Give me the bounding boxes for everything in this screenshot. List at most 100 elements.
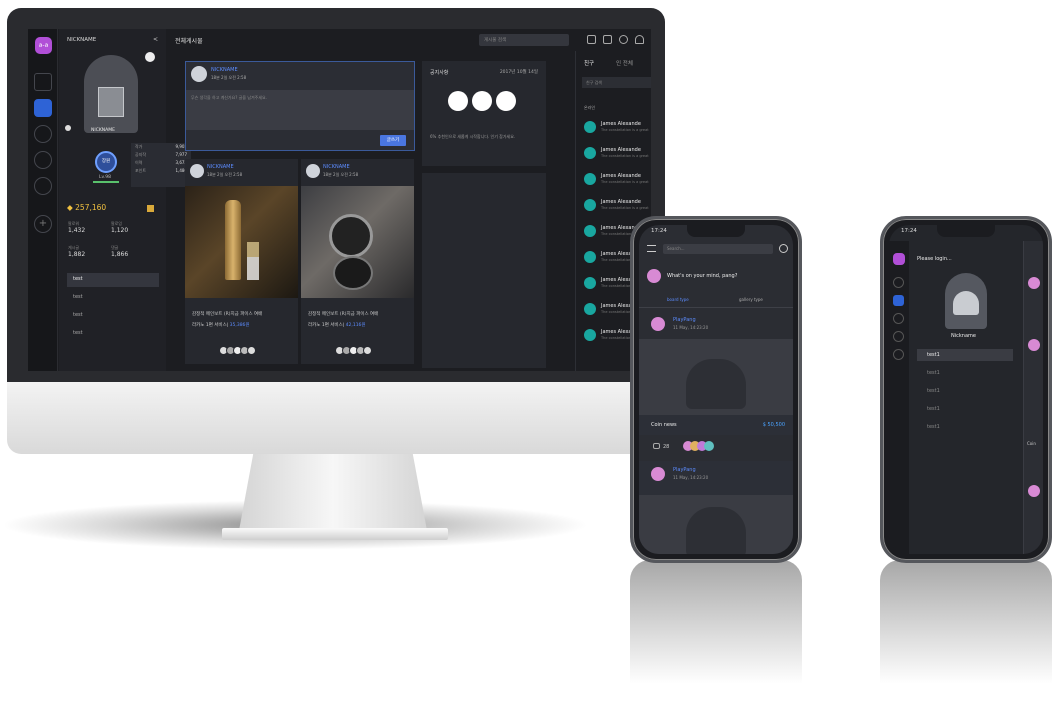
post-composer: NICKNAME 18분 2일 오전 2:58 무슨 생각을 하고 계신가요? … bbox=[185, 61, 415, 151]
friend-name: James Alexande bbox=[601, 199, 641, 205]
glass-image bbox=[247, 242, 259, 280]
stat-row: 이력 3,672 bbox=[135, 160, 187, 165]
avatar bbox=[651, 317, 665, 331]
chat-icon[interactable] bbox=[779, 244, 788, 253]
mobile-menu-screen: 17:24 Please login... Nickname test1 tes… bbox=[889, 225, 1043, 554]
post-image[interactable] bbox=[639, 495, 793, 554]
menu-item[interactable]: test1 bbox=[927, 388, 940, 394]
menu-item[interactable]: test bbox=[67, 309, 159, 323]
board-icon[interactable] bbox=[893, 295, 904, 306]
avatar[interactable] bbox=[98, 87, 124, 117]
background-feed-peek: Coin bbox=[1023, 241, 1043, 554]
friend-row[interactable]: James Alexande The constellation is a gre… bbox=[584, 197, 651, 221]
stat-row: 포인트 1,480 bbox=[135, 168, 187, 173]
feed-text: 감정적 메인보트 (R)지금 파이스 여배 라카노 1편 서비스| 35,386원 bbox=[192, 312, 263, 328]
cart-icon[interactable] bbox=[603, 35, 612, 44]
friend-search-input[interactable]: 친구 검색 bbox=[582, 77, 651, 88]
coin-news-row[interactable]: Coin news $ 50,500 bbox=[639, 415, 793, 435]
avatar bbox=[584, 199, 596, 211]
feed-author: NICKNAME bbox=[207, 164, 234, 170]
friend-status: The constellation is a great bbox=[601, 154, 649, 158]
tab-friends[interactable]: 친구 bbox=[584, 59, 594, 67]
menu-item[interactable]: test bbox=[67, 327, 159, 341]
composer-time: 18분 2일 오전 2:58 bbox=[211, 75, 247, 80]
mascot-image bbox=[953, 291, 979, 315]
avatar bbox=[1028, 277, 1040, 289]
menu-item[interactable]: test1 bbox=[927, 370, 940, 376]
tab-all[interactable]: 인 전체 bbox=[616, 59, 633, 67]
shop-icon[interactable] bbox=[34, 177, 52, 195]
coin-balance: ◆ 257,160 bbox=[67, 203, 107, 212]
friend-row[interactable]: James Alexande The constellation is a gre… bbox=[584, 171, 651, 195]
online-section-label: 온라인 bbox=[584, 105, 596, 110]
feed-icon[interactable] bbox=[34, 73, 52, 91]
status-time: 17:24 bbox=[901, 228, 917, 234]
coin-logo-icon bbox=[448, 91, 468, 111]
menu-item[interactable]: test bbox=[67, 291, 159, 305]
avatar bbox=[584, 303, 596, 315]
search-input[interactable]: 게시물 검색 bbox=[479, 34, 569, 46]
feed-icon[interactable] bbox=[893, 277, 904, 288]
settings-icon[interactable] bbox=[145, 52, 155, 62]
menu-item[interactable]: test1 bbox=[927, 406, 940, 412]
menu-item[interactable]: test1 bbox=[927, 424, 940, 430]
wallet-icon[interactable] bbox=[147, 205, 154, 212]
level-label: Lv.98 bbox=[99, 175, 111, 180]
add-icon[interactable]: + bbox=[34, 215, 52, 233]
profile-nickname: NICKNAME bbox=[91, 128, 115, 133]
liker-avatars bbox=[335, 346, 372, 355]
post-prompt[interactable]: What's on your mind, pang? bbox=[667, 273, 737, 279]
phone-notch bbox=[687, 225, 745, 237]
menu-icon[interactable] bbox=[647, 245, 656, 252]
menu-item[interactable]: test bbox=[67, 273, 159, 287]
app-logo[interactable] bbox=[893, 253, 905, 265]
chat-icon[interactable] bbox=[34, 125, 52, 143]
feed-image[interactable] bbox=[185, 186, 298, 298]
feed-card[interactable]: NICKNAME 18분 2일 오전 2:58 감정적 메인보트 (R)지금 파… bbox=[185, 159, 298, 364]
app-logo[interactable]: ล-ล bbox=[35, 37, 52, 54]
feed-card[interactable]: NICKNAME 18분 2일 오전 2:58 감정적 메인보트 (R)지금 파… bbox=[301, 159, 414, 364]
shop-icon[interactable] bbox=[893, 349, 904, 360]
tab-board-type[interactable]: board type bbox=[667, 297, 689, 302]
post-button[interactable]: 글쓰기 bbox=[380, 135, 406, 146]
mascot-image bbox=[686, 359, 746, 409]
post-author[interactable]: PlayPang bbox=[673, 317, 696, 323]
file-icon[interactable] bbox=[34, 151, 52, 169]
help-icon[interactable] bbox=[619, 35, 628, 44]
post-image[interactable] bbox=[639, 339, 793, 415]
friends-icon[interactable] bbox=[587, 35, 596, 44]
app-rail: ล-ล + bbox=[28, 29, 58, 371]
share-icon[interactable]: < bbox=[153, 36, 158, 43]
post-author[interactable]: PlayPang bbox=[673, 467, 696, 473]
monitor-stand-base bbox=[222, 528, 448, 540]
gear-icon[interactable] bbox=[65, 125, 71, 131]
file-icon[interactable] bbox=[893, 331, 904, 342]
bell-icon[interactable] bbox=[635, 35, 644, 44]
friend-row[interactable]: James Alexande The constellation is a gre… bbox=[584, 145, 651, 169]
avatar bbox=[651, 467, 665, 481]
post-textarea[interactable]: 무슨 생각을 하고 계신가요? 글을 남겨주세요. bbox=[186, 90, 414, 130]
profile-nickname: Nickname bbox=[951, 333, 976, 339]
notice-date: 2017년 10월 14일 bbox=[499, 70, 538, 75]
comment-icon[interactable] bbox=[653, 443, 660, 449]
profile-panel: NICKNAME < NICKNAME 장원 Lv.98 작가 9,905 공지작… bbox=[59, 29, 191, 371]
phone-reflection bbox=[880, 560, 1052, 715]
friend-row[interactable]: James Alexande The constellation is a gre… bbox=[584, 119, 651, 143]
feed-image[interactable] bbox=[301, 186, 414, 298]
board-icon[interactable] bbox=[34, 99, 52, 117]
coin-news-label: Coin news bbox=[651, 422, 677, 428]
level-progress bbox=[93, 181, 119, 183]
watch-image bbox=[329, 214, 373, 258]
widget-panel bbox=[422, 173, 546, 368]
tab-gallery-type[interactable]: gallery type bbox=[739, 297, 763, 302]
avatar bbox=[1028, 485, 1040, 497]
stats-box: 작가 9,905 공지작 7,977 이력 3,672 포인트 1,480 bbox=[131, 143, 191, 187]
search-input[interactable]: Search... bbox=[663, 244, 773, 254]
desktop-app-screen: ล-ล + NICKNAME < NICKNAME 장원 Lv.98 작가 9,… bbox=[28, 29, 651, 371]
notice-body: 6% 추천인으로 새롭게 시작합니다. 인기 참가세요. bbox=[430, 134, 516, 139]
coin-logo-icon bbox=[472, 91, 492, 111]
avatar[interactable] bbox=[945, 273, 987, 329]
feed-author: NICKNAME bbox=[323, 164, 350, 170]
level-badge: 장원 bbox=[95, 151, 117, 173]
chat-icon[interactable] bbox=[893, 313, 904, 324]
